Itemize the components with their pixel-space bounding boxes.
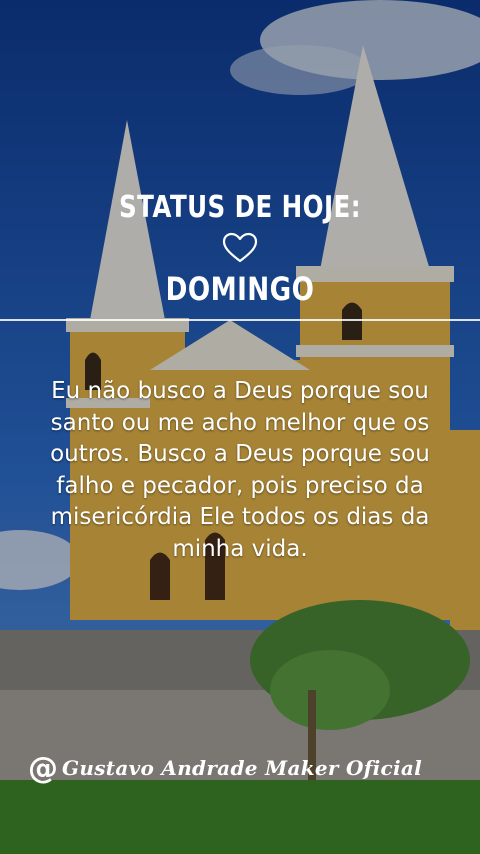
status-title: STATUS DE HOJE:	[118, 190, 361, 225]
signature: @ Gustavo Andrade Maker Oficial	[28, 748, 422, 788]
at-symbol: @	[28, 750, 58, 786]
divider-line	[0, 319, 480, 321]
heart-outline-icon	[222, 232, 258, 263]
quote-text: Eu não busco a Deus porque sou santo ou …	[50, 378, 430, 562]
day-title: DOMINGO	[165, 270, 315, 308]
signature-name: Gustavo Andrade Maker Oficial	[62, 756, 423, 780]
